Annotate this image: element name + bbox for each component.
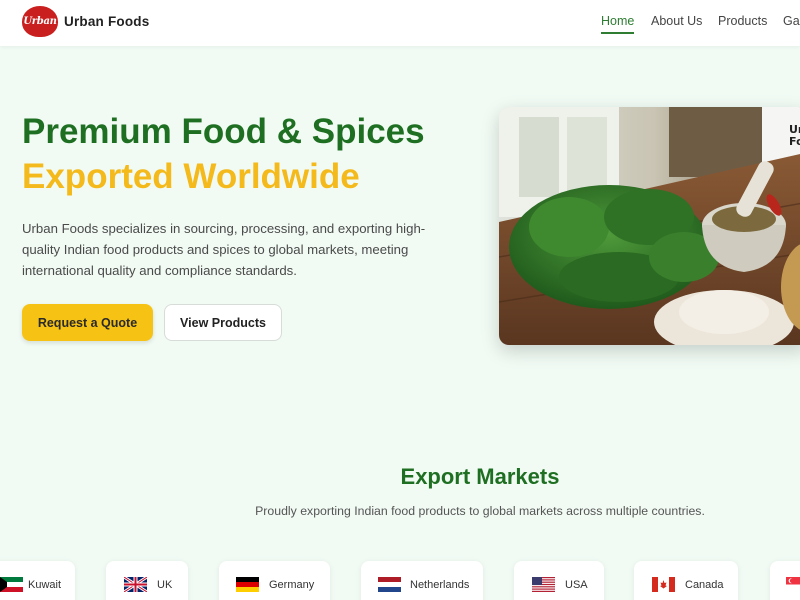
- uk-flag-icon: [124, 577, 147, 592]
- country-card-germany: Germany: [219, 561, 330, 600]
- singapore-flag-icon: [786, 577, 800, 592]
- country-name: USA: [565, 579, 588, 591]
- country-name: Germany: [269, 579, 315, 591]
- export-markets-title: Export Markets: [400, 464, 560, 489]
- country-card-netherlands: Netherlands: [361, 561, 483, 600]
- request-quote-button[interactable]: Request a Quote: [22, 304, 153, 341]
- logo[interactable]: Urban: [22, 6, 58, 37]
- country-card-kuwait: Kuwait: [0, 561, 75, 600]
- usa-flag-icon: [532, 577, 555, 592]
- country-name: Canada: [685, 579, 724, 591]
- country-card-partial: [770, 561, 800, 600]
- nav-link-home[interactable]: Home: [601, 14, 635, 34]
- logo-text: Urban: [23, 16, 57, 27]
- country-name: Kuwait: [28, 579, 62, 591]
- brand-name[interactable]: Urban Foods: [64, 14, 149, 29]
- view-products-button[interactable]: View Products: [164, 304, 282, 341]
- spices-photo-illustration: Ur Fo: [499, 107, 800, 345]
- hero-title-line1: Premium Food & Spices: [22, 112, 425, 151]
- hero-image: Ur Fo: [499, 107, 800, 345]
- country-card-canada: Canada: [634, 561, 738, 600]
- germany-flag-icon: [236, 577, 259, 592]
- nav-link-gallery[interactable]: Gal: [783, 14, 800, 28]
- svg-text:Fo: Fo: [789, 135, 800, 148]
- canada-flag-icon: [652, 577, 675, 592]
- country-card-uk: UK: [106, 561, 188, 600]
- navbar: Urban Urban Foods Home About Us Products…: [0, 0, 800, 46]
- hero-title-line2: Exported Worldwide: [22, 157, 360, 196]
- export-markets-subtitle: Proudly exporting Indian food products t…: [255, 504, 705, 518]
- netherlands-flag-icon: [378, 577, 401, 592]
- country-name: Netherlands: [410, 579, 470, 591]
- country-card-usa: USA: [514, 561, 604, 600]
- country-name: UK: [157, 579, 173, 591]
- nav-link-products[interactable]: Products: [718, 14, 767, 28]
- kuwait-flag-icon: [0, 577, 23, 592]
- nav-link-about[interactable]: About Us: [651, 14, 702, 28]
- hero-description: Urban Foods specializes in sourcing, pro…: [22, 221, 426, 278]
